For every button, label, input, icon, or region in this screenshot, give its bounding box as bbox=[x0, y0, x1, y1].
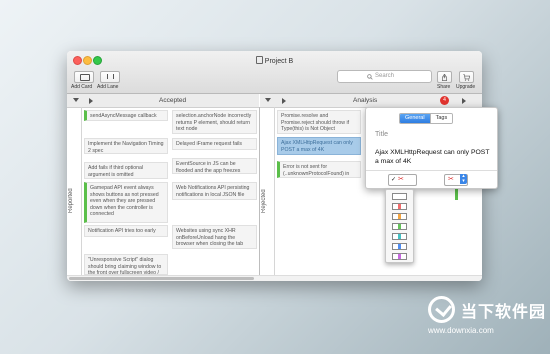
expand-arrow-icon[interactable] bbox=[282, 97, 286, 104]
swatch-green[interactable] bbox=[392, 223, 407, 230]
tab-general[interactable]: General bbox=[400, 114, 430, 123]
divider bbox=[366, 170, 497, 171]
scissors-icon: ✂ bbox=[398, 176, 404, 183]
color-swatch-menu bbox=[385, 189, 414, 263]
scissors-icon: ✂ bbox=[448, 176, 454, 183]
share-button[interactable] bbox=[437, 71, 452, 83]
swatch-stripe bbox=[398, 224, 401, 229]
add-lane-button[interactable] bbox=[100, 71, 120, 83]
card[interactable]: Web Notifications API persisting notific… bbox=[172, 182, 257, 200]
card[interactable]: Notification API tries too early bbox=[84, 225, 168, 237]
tab-tags[interactable]: Tags bbox=[429, 114, 453, 123]
card-icon bbox=[80, 74, 90, 81]
row-label-rejected: Rejected bbox=[261, 189, 267, 213]
collapse-arrow-icon[interactable] bbox=[265, 98, 271, 102]
scrollbar-thumb[interactable] bbox=[69, 277, 254, 280]
card-color-strip bbox=[455, 188, 458, 200]
swatch-red[interactable] bbox=[392, 203, 407, 210]
swatch-stripe bbox=[398, 194, 401, 199]
swatch-stripe bbox=[398, 244, 401, 249]
lane-title-accepted: Accepted bbox=[159, 97, 187, 104]
share-icon bbox=[442, 73, 447, 81]
add-lane-label: Add Lane bbox=[97, 84, 119, 90]
card-count-badge: 4 bbox=[440, 96, 449, 105]
title-field[interactable]: Ajax XMLHttpRequest can only POST a max … bbox=[375, 148, 490, 166]
add-card-button[interactable] bbox=[74, 71, 94, 83]
color-picker-dropdown[interactable]: ✓ ✂ bbox=[388, 174, 417, 186]
swatch-stripe bbox=[398, 254, 401, 259]
search-placeholder: Search bbox=[375, 73, 395, 79]
swatch-stripe bbox=[398, 214, 401, 219]
card[interactable]: Websites using sync XHR onBeforeUnload h… bbox=[172, 225, 257, 249]
upgrade-button[interactable] bbox=[459, 71, 474, 83]
watermark-url: www.downxia.com bbox=[428, 326, 494, 335]
expand-arrow-icon[interactable] bbox=[89, 97, 93, 104]
row-label-reported: Reported bbox=[68, 188, 74, 214]
horizontal-scrollbar[interactable] bbox=[67, 275, 482, 281]
swatch-blue[interactable] bbox=[392, 243, 407, 250]
lane-title-analysis: Analysis bbox=[353, 97, 378, 104]
document-icon bbox=[255, 56, 263, 64]
card[interactable]: Implement the Navigation Timing 2 spec bbox=[84, 138, 168, 154]
card[interactable]: sendAsyncMessage callback bbox=[84, 110, 168, 121]
watermark-logo-icon bbox=[428, 296, 455, 323]
card[interactable]: EventSource in JS can be flooded and the… bbox=[172, 158, 257, 174]
upgrade-label: Upgrade bbox=[456, 84, 476, 90]
expand-arrow-icon[interactable] bbox=[462, 97, 466, 104]
card[interactable]: Error is not sent for (..unknownProtocol… bbox=[277, 161, 361, 178]
swatch-orange[interactable] bbox=[392, 213, 407, 220]
share-label: Share bbox=[437, 84, 451, 90]
checkmark-icon: ✓ bbox=[391, 177, 397, 183]
collapse-arrow-icon[interactable] bbox=[73, 98, 79, 102]
lane-icon bbox=[107, 74, 114, 79]
title-field-label: Title bbox=[375, 131, 388, 138]
card-detail-popover: General Tags Title Ajax XMLHttpRequest c… bbox=[365, 107, 498, 189]
search-icon bbox=[367, 73, 373, 80]
card[interactable]: Gamepad API event always shows buttons a… bbox=[84, 182, 168, 223]
lane-divider bbox=[259, 107, 260, 275]
swatch-stripe bbox=[398, 204, 401, 209]
watermark-brand: 当下软件园 bbox=[461, 302, 547, 321]
label-picker-dropdown[interactable]: ✂ ▴ ▾ bbox=[444, 174, 468, 186]
add-card-label: Add Card bbox=[71, 84, 93, 90]
card[interactable]: "Unresponsive Script" dialog should brin… bbox=[84, 254, 168, 275]
swatch-stripe bbox=[398, 234, 401, 239]
window-titlebar: Project B Add Card Add Lane Search Share… bbox=[67, 51, 482, 94]
card[interactable]: Promise.resolve and Promise.reject shoul… bbox=[277, 110, 361, 134]
swatch-none[interactable] bbox=[392, 193, 407, 200]
card[interactable]: Add fails if third optional argument is … bbox=[84, 162, 168, 179]
swatch-purple[interactable] bbox=[392, 253, 407, 260]
stepper-arrows-icon[interactable]: ▴ ▾ bbox=[460, 174, 467, 185]
watermark: 当下软件园 www.downxia.com bbox=[428, 296, 545, 338]
card[interactable]: selection.anchorNode incorrectly returns… bbox=[172, 110, 257, 134]
swatch-teal[interactable] bbox=[392, 233, 407, 240]
search-input[interactable]: Search bbox=[337, 70, 432, 83]
lane-header-accepted[interactable]: Accepted bbox=[67, 94, 259, 108]
window-title: Project B bbox=[67, 56, 482, 65]
popover-tabs: General Tags bbox=[399, 113, 454, 124]
cart-icon bbox=[463, 73, 470, 81]
card-selected[interactable]: Ajax XMLHttpRequest can only POST a max … bbox=[277, 137, 361, 155]
card[interactable]: Delayed iFrame request fails bbox=[172, 138, 257, 150]
